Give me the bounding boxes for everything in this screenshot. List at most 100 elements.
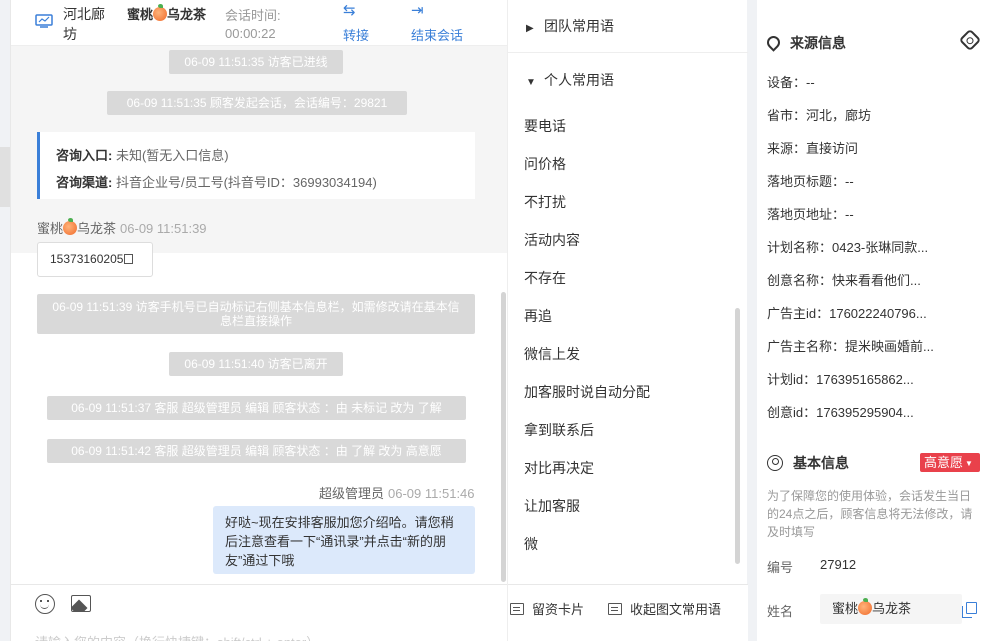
source-row-plan-id: 计划id：176395165862... [767, 372, 914, 387]
phrase-item[interactable]: 问价格 [524, 154, 566, 174]
chat-panel: 河北廊坊 蜜桃 乌龙茶 会话时间: 00:00:22 ⇆ 转接 ⇥ 结束会话 06… [10, 0, 508, 641]
session-time-value: 00:00:22 [225, 26, 276, 41]
visitor-message-time: 06-09 11:51:39 [120, 221, 207, 236]
message-list[interactable]: 06-09 11:51:35 访客已进线 06-09 11:51:35 顾客发起… [11, 46, 508, 584]
source-row-source: 来源：直接访问 [767, 141, 859, 156]
visitor-sender-name: 蜜桃 [37, 221, 64, 236]
phone-number: 15373160205 [50, 252, 124, 266]
message-scrollbar[interactable] [501, 292, 506, 582]
phrases-footer: 留资卡片 收起图文常用语 [508, 584, 748, 641]
agent-message-bubble: 好哒~现在安排客服加您介绍哈。请您稍后注意查看一下“通讯录”并点击“新的朋友”通… [213, 506, 475, 574]
collapse-phrases-button[interactable]: 收起图文常用语 [608, 599, 721, 618]
chat-header: 河北廊坊 蜜桃 乌龙茶 会话时间: 00:00:22 ⇆ 转接 ⇥ 结束会话 [11, 0, 508, 46]
transfer-label: 转接 [343, 28, 370, 43]
system-message: 06-09 11:51:39 访客手机号已自动标记右侧基本信息栏，如需修改请在基… [37, 294, 475, 334]
copy-icon[interactable] [962, 602, 977, 618]
exit-icon: ⇥ [411, 2, 424, 19]
id-value: 27912 [820, 557, 857, 572]
agent-message-time: 06-09 11:51:46 [388, 486, 475, 501]
personal-phrases-label: 个人常用语 [544, 72, 614, 88]
basic-info-title-text: 基本信息 [793, 455, 849, 471]
source-row-advertiser-id: 广告主id：176022240796... [767, 306, 927, 321]
phrase-item[interactable]: 对比再决定 [524, 458, 594, 478]
image-icon[interactable] [71, 595, 91, 612]
name-field[interactable]: 蜜桃 乌龙茶 [820, 594, 962, 624]
phrase-item[interactable]: 要电话 [524, 116, 566, 136]
source-row-landing-title: 落地页标题：-- [767, 174, 854, 189]
source-row-creative-name: 创意名称：快来看看他们... [767, 273, 921, 288]
source-info-title: 来源信息 [764, 33, 846, 53]
location-pin-icon [764, 33, 783, 52]
source-info-title-text: 来源信息 [790, 35, 846, 51]
agent-sender: 超级管理员 06-09 11:51:46 [319, 483, 475, 502]
source-row-creative-id: 创意id：176395295904... [767, 405, 914, 420]
visitor-sender: 蜜桃 乌龙茶 06-09 11:51:39 [37, 218, 207, 237]
caret-down-icon: ▼ [965, 459, 973, 468]
card-icon [510, 603, 524, 615]
phone-message[interactable]: 15373160205 [37, 242, 153, 277]
team-phrases-label: 团队常用语 [544, 18, 614, 34]
session-time-label: 会话时间: [225, 8, 281, 23]
name-value: 蜜桃 [832, 601, 859, 616]
user-icon [767, 455, 783, 471]
consult-channel-value: 抖音企业号/员工号(抖音号ID：36993034194) [115, 175, 377, 190]
message-input[interactable]: 请输入您的内容（换行快捷键：shift/ctrl + enter） [35, 632, 319, 641]
lead-card-label: 留资卡片 [532, 602, 585, 617]
source-row-advertiser-name: 广告主名称：提米映画婚前... [767, 339, 934, 354]
visitor-name-suffix: 乌龙茶 [167, 7, 207, 22]
phrase-item[interactable]: 不存在 [524, 268, 566, 288]
phrase-item[interactable]: 微信上发 [524, 344, 580, 364]
phrase-item[interactable]: 不打扰 [524, 192, 566, 212]
system-message: 06-09 11:51:42 客服 超级管理员 编辑 顾客状态 ：由 了解 改为… [47, 439, 466, 463]
app-root: 河北廊坊 蜜桃 乌龙茶 会话时间: 00:00:22 ⇆ 转接 ⇥ 结束会话 06… [0, 0, 993, 641]
phrase-item[interactable]: 加客服时说自动分配 [524, 382, 650, 402]
copy-icon[interactable] [124, 254, 134, 264]
phrase-item[interactable]: 再追 [524, 306, 552, 326]
edit-notice: 为了保障您的使用体验，会话发生当日的24点之后，顾客信息将无法修改，请及时填写 [767, 489, 973, 539]
emoji-icon[interactable] [35, 594, 55, 614]
phrase-item[interactable]: 让加客服 [524, 496, 580, 516]
visitor-sender-suffix: 乌龙茶 [77, 221, 117, 236]
lead-card-button[interactable]: 留资卡片 [510, 599, 584, 618]
end-session-button[interactable]: ⇥ 结束会话 [411, 2, 463, 44]
system-message: 06-09 11:51:35 顾客发起会话，会话编号：29821 [107, 91, 407, 115]
source-row-plan-name: 计划名称：0423-张琳同款... [767, 240, 929, 255]
caret-down-icon: ▼ [526, 77, 536, 88]
personal-phrases-group[interactable]: ▼ 个人常用语 [526, 70, 614, 90]
transfer-button[interactable]: ⇆ 转接 [343, 2, 369, 44]
consult-entry-label: 咨询入口: [56, 148, 113, 163]
intent-status-label: 高意愿 [924, 455, 964, 470]
composer: 请输入您的内容（换行快捷键：shift/ctrl + enter） [11, 584, 508, 641]
peach-emoji-icon [63, 218, 78, 235]
collapse-icon [608, 603, 622, 615]
consult-channel-label: 咨询渠道: [56, 175, 113, 190]
phrase-item[interactable]: 活动内容 [524, 230, 580, 250]
divider [508, 52, 748, 53]
name-label: 姓名 [767, 604, 794, 619]
id-label: 编号 [767, 560, 794, 575]
end-session-label: 结束会话 [411, 28, 464, 43]
peach-emoji-icon [153, 4, 168, 21]
consult-entry-value: 未知(暂无入口信息) [115, 148, 229, 163]
source-row-landing-url: 落地页地址：-- [767, 207, 854, 222]
collapse-phrases-label: 收起图文常用语 [630, 602, 722, 617]
consult-channel-row: 咨询渠道: 抖音企业号/员工号(抖音号ID：36993034194) [56, 169, 459, 196]
phrase-item[interactable]: 拿到联系后 [524, 420, 594, 440]
consult-entry-row: 咨询入口: 未知(暂无入口信息) [56, 142, 459, 169]
left-gutter [0, 147, 10, 207]
phrase-item[interactable]: 微 [524, 534, 538, 554]
visitor-name-text: 蜜桃 [127, 7, 154, 22]
visitor-location: 河北廊坊 [63, 6, 105, 42]
team-phrases-group[interactable]: ▶ 团队常用语 [526, 16, 614, 36]
system-message: 06-09 11:51:35 访客已进线 [169, 50, 343, 74]
consult-info-card: 咨询入口: 未知(暂无入口信息) 咨询渠道: 抖音企业号/员工号(抖音号ID：3… [37, 132, 475, 199]
source-row-region: 省市：河北，廊坊 [767, 108, 872, 123]
intent-status-dropdown[interactable]: 高意愿 ▼ [920, 453, 980, 472]
settings-icon[interactable] [958, 28, 982, 52]
phrases-panel: ▶ 团队常用语 ▼ 个人常用语 要电话 问价格 不打扰 活动内容 不存在 再追 微信… [507, 0, 748, 641]
caret-right-icon: ▶ [526, 23, 534, 34]
phrases-scrollbar[interactable] [735, 308, 740, 564]
monitor-icon [35, 14, 53, 28]
visitor-name: 蜜桃 乌龙茶 [127, 4, 211, 22]
visitor-info-panel: 来源信息 设备：-- 省市：河北，廊坊 来源：直接访问 落地页标题：-- 落地页… [757, 0, 993, 641]
